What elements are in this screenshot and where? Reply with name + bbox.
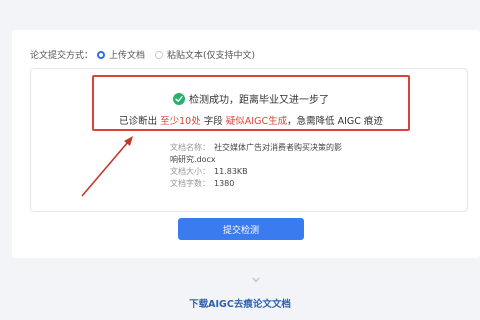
- file-name-label: 文档名称：: [170, 143, 210, 152]
- file-name-value: 社交媒体广告对消费者购买决策的影: [214, 143, 342, 152]
- file-chars-label: 文档字数：: [170, 179, 210, 188]
- submit-mode-row: 论文提交方式： 上传文档 粘贴文本(仅支持中文): [30, 48, 265, 61]
- diagnosis-suffix: ，急需降低 AIGC 痕迹: [287, 116, 383, 127]
- submit-mode-label: 论文提交方式：: [30, 51, 94, 61]
- file-info: 文档名称： 社交媒体广告对消费者购买决策的影 响研究.docx 文档大小： 11.8…: [170, 142, 342, 190]
- download-document-link[interactable]: 下载AIGC去痕论文文档: [0, 296, 480, 310]
- radio-selected-icon[interactable]: [97, 50, 106, 59]
- file-name-cont-row: 响研究.docx: [170, 154, 342, 166]
- success-text: 检测成功，距离毕业又进一步了: [189, 95, 329, 106]
- file-name-value-cont: 响研究.docx: [170, 155, 216, 164]
- file-chars-row: 文档字数： 1380: [170, 178, 342, 190]
- radio-paste-text[interactable]: 粘贴文本(仅支持中文): [155, 48, 255, 61]
- file-size-row: 文档大小： 11.83KB: [170, 166, 342, 178]
- file-size-label: 文档大小：: [170, 167, 210, 176]
- diagnosis-flag: 疑似AIGC生成: [225, 116, 288, 127]
- submit-detection-button[interactable]: 提交检测: [178, 218, 304, 240]
- diagnosis-prefix: 已诊断出: [119, 116, 158, 127]
- diagnosis-count: 至少10处: [160, 116, 201, 127]
- file-name-row: 文档名称： 社交媒体广告对消费者购买决策的影: [170, 142, 342, 154]
- diagnosis-message: 已诊断出 至少10处 字段 疑似AIGC生成，急需降低 AIGC 痕迹: [92, 113, 410, 127]
- radio-upload-document[interactable]: 上传文档: [97, 48, 145, 61]
- diagnosis-middle: 字段: [203, 116, 223, 127]
- radio-unselected-icon[interactable]: [155, 50, 164, 59]
- file-size-value: 11.83KB: [214, 167, 248, 176]
- radio-upload-label[interactable]: 上传文档: [109, 48, 145, 61]
- file-chars-value: 1380: [214, 179, 235, 188]
- chevron-down-icon: [252, 276, 260, 285]
- radio-paste-label[interactable]: 粘贴文本(仅支持中文): [167, 48, 255, 61]
- success-message: 检测成功，距离毕业又进一步了: [92, 91, 410, 106]
- check-circle-icon: [173, 92, 185, 105]
